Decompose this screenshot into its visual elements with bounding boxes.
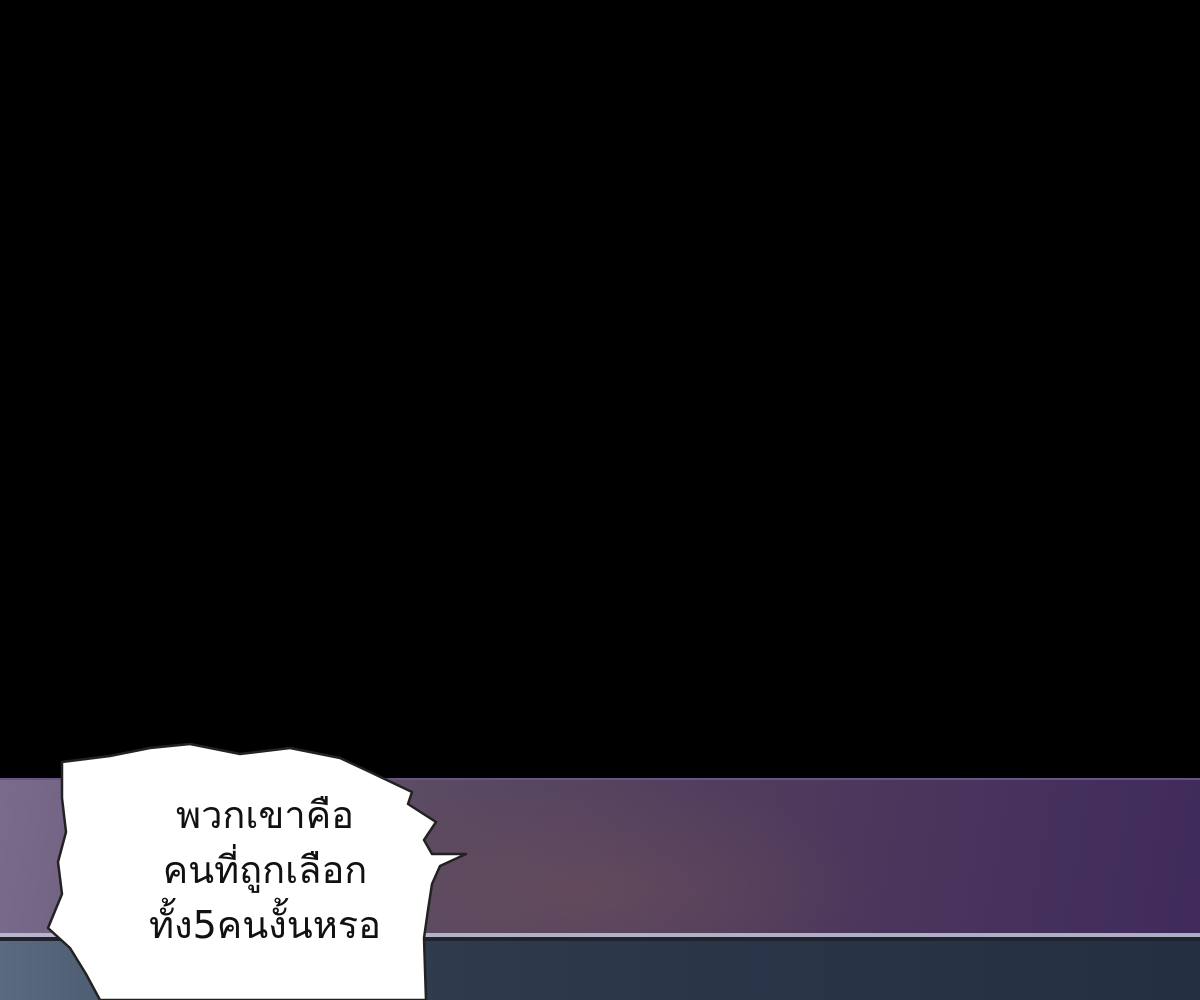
speech-bubble-text: พวกเขาคือ คนที่ถูกเลือก ทั้ง5คนงั้นหรอ <box>100 788 430 953</box>
black-background <box>0 0 1200 778</box>
speech-bubble: พวกเขาคือ คนที่ถูกเลือก ทั้ง5คนงั้นหรอ <box>40 742 472 1000</box>
speech-line-3: ทั้ง5คนงั้นหรอ <box>149 903 381 947</box>
speech-line-1: พวกเขาคือ <box>176 793 354 837</box>
speech-line-2: คนที่ถูกเลือก <box>162 848 368 892</box>
comic-panel: พวกเขาคือ คนที่ถูกเลือก ทั้ง5คนงั้นหรอ <box>0 0 1200 1000</box>
